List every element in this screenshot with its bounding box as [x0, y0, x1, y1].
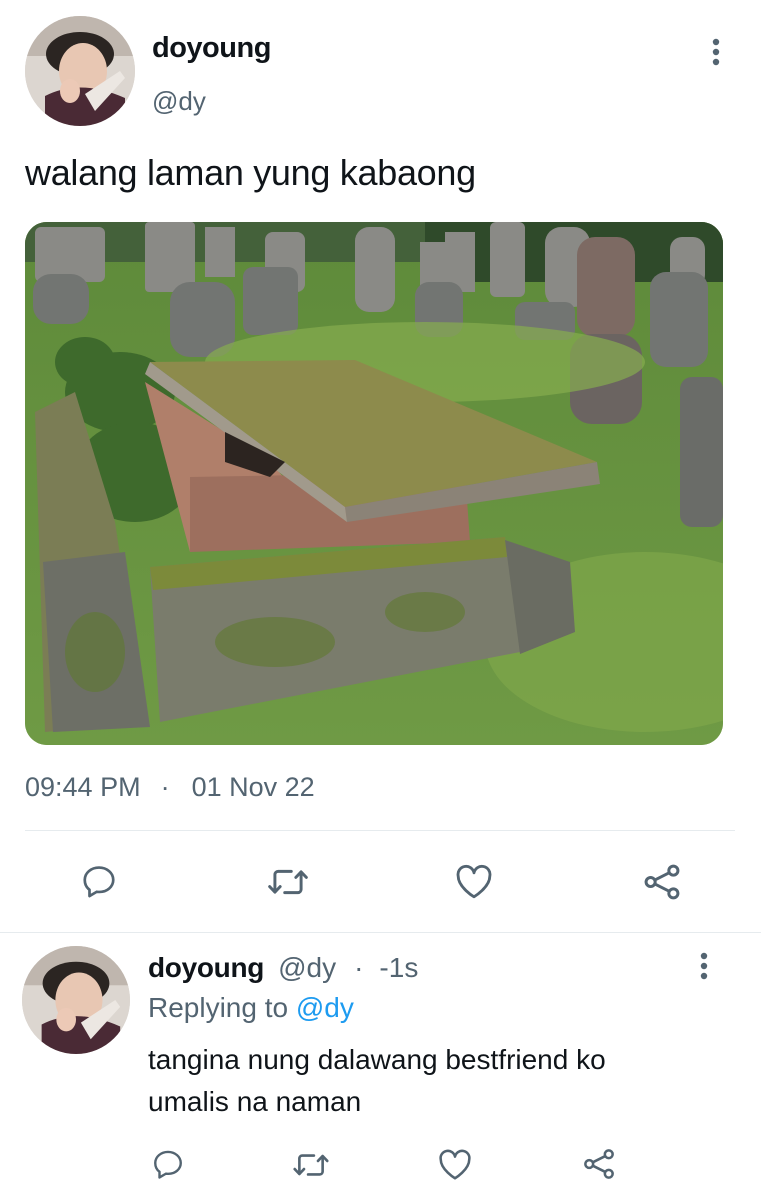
reply-author-avatar[interactable]: [22, 946, 130, 1054]
thread-divider: [0, 932, 761, 933]
reply-author-handle[interactable]: @dy: [278, 952, 336, 984]
reply-like-icon[interactable]: [436, 1146, 474, 1182]
reply-icon[interactable]: [78, 860, 120, 902]
reply-reply-icon[interactable]: [150, 1146, 186, 1182]
reply-text-line1: tangina nung dalawang bestfriend ko: [148, 1044, 606, 1075]
tweet-text: walang laman yung kabaong: [25, 152, 476, 193]
author-handle[interactable]: @dy: [152, 86, 206, 117]
tweet-time[interactable]: 09:44 PM: [25, 772, 141, 803]
author-avatar[interactable]: [25, 16, 135, 126]
author-name[interactable]: doyoung: [152, 32, 271, 65]
reply-author-name[interactable]: doyoung: [148, 952, 264, 984]
like-icon[interactable]: [452, 860, 496, 902]
tweet-image[interactable]: [25, 222, 723, 745]
meta-separator: ·: [160, 772, 170, 802]
tweet-date[interactable]: 01 Nov 22: [192, 772, 315, 803]
reply-timestamp[interactable]: -1s: [379, 952, 418, 984]
retweet-icon[interactable]: [265, 862, 311, 902]
reply-meta-separator: ·: [354, 952, 364, 983]
reply-text-line2: umalis na naman: [148, 1086, 362, 1117]
reply-more-options-icon[interactable]: [688, 950, 720, 982]
reply-share-icon[interactable]: [580, 1145, 618, 1183]
reply-retweet-icon[interactable]: [290, 1148, 332, 1182]
replying-to-label: Replying to: [148, 992, 289, 1023]
share-icon[interactable]: [640, 860, 684, 904]
more-options-icon[interactable]: [700, 36, 732, 68]
replying-to-handle[interactable]: @dy: [296, 992, 354, 1023]
meta-divider: [25, 830, 735, 831]
